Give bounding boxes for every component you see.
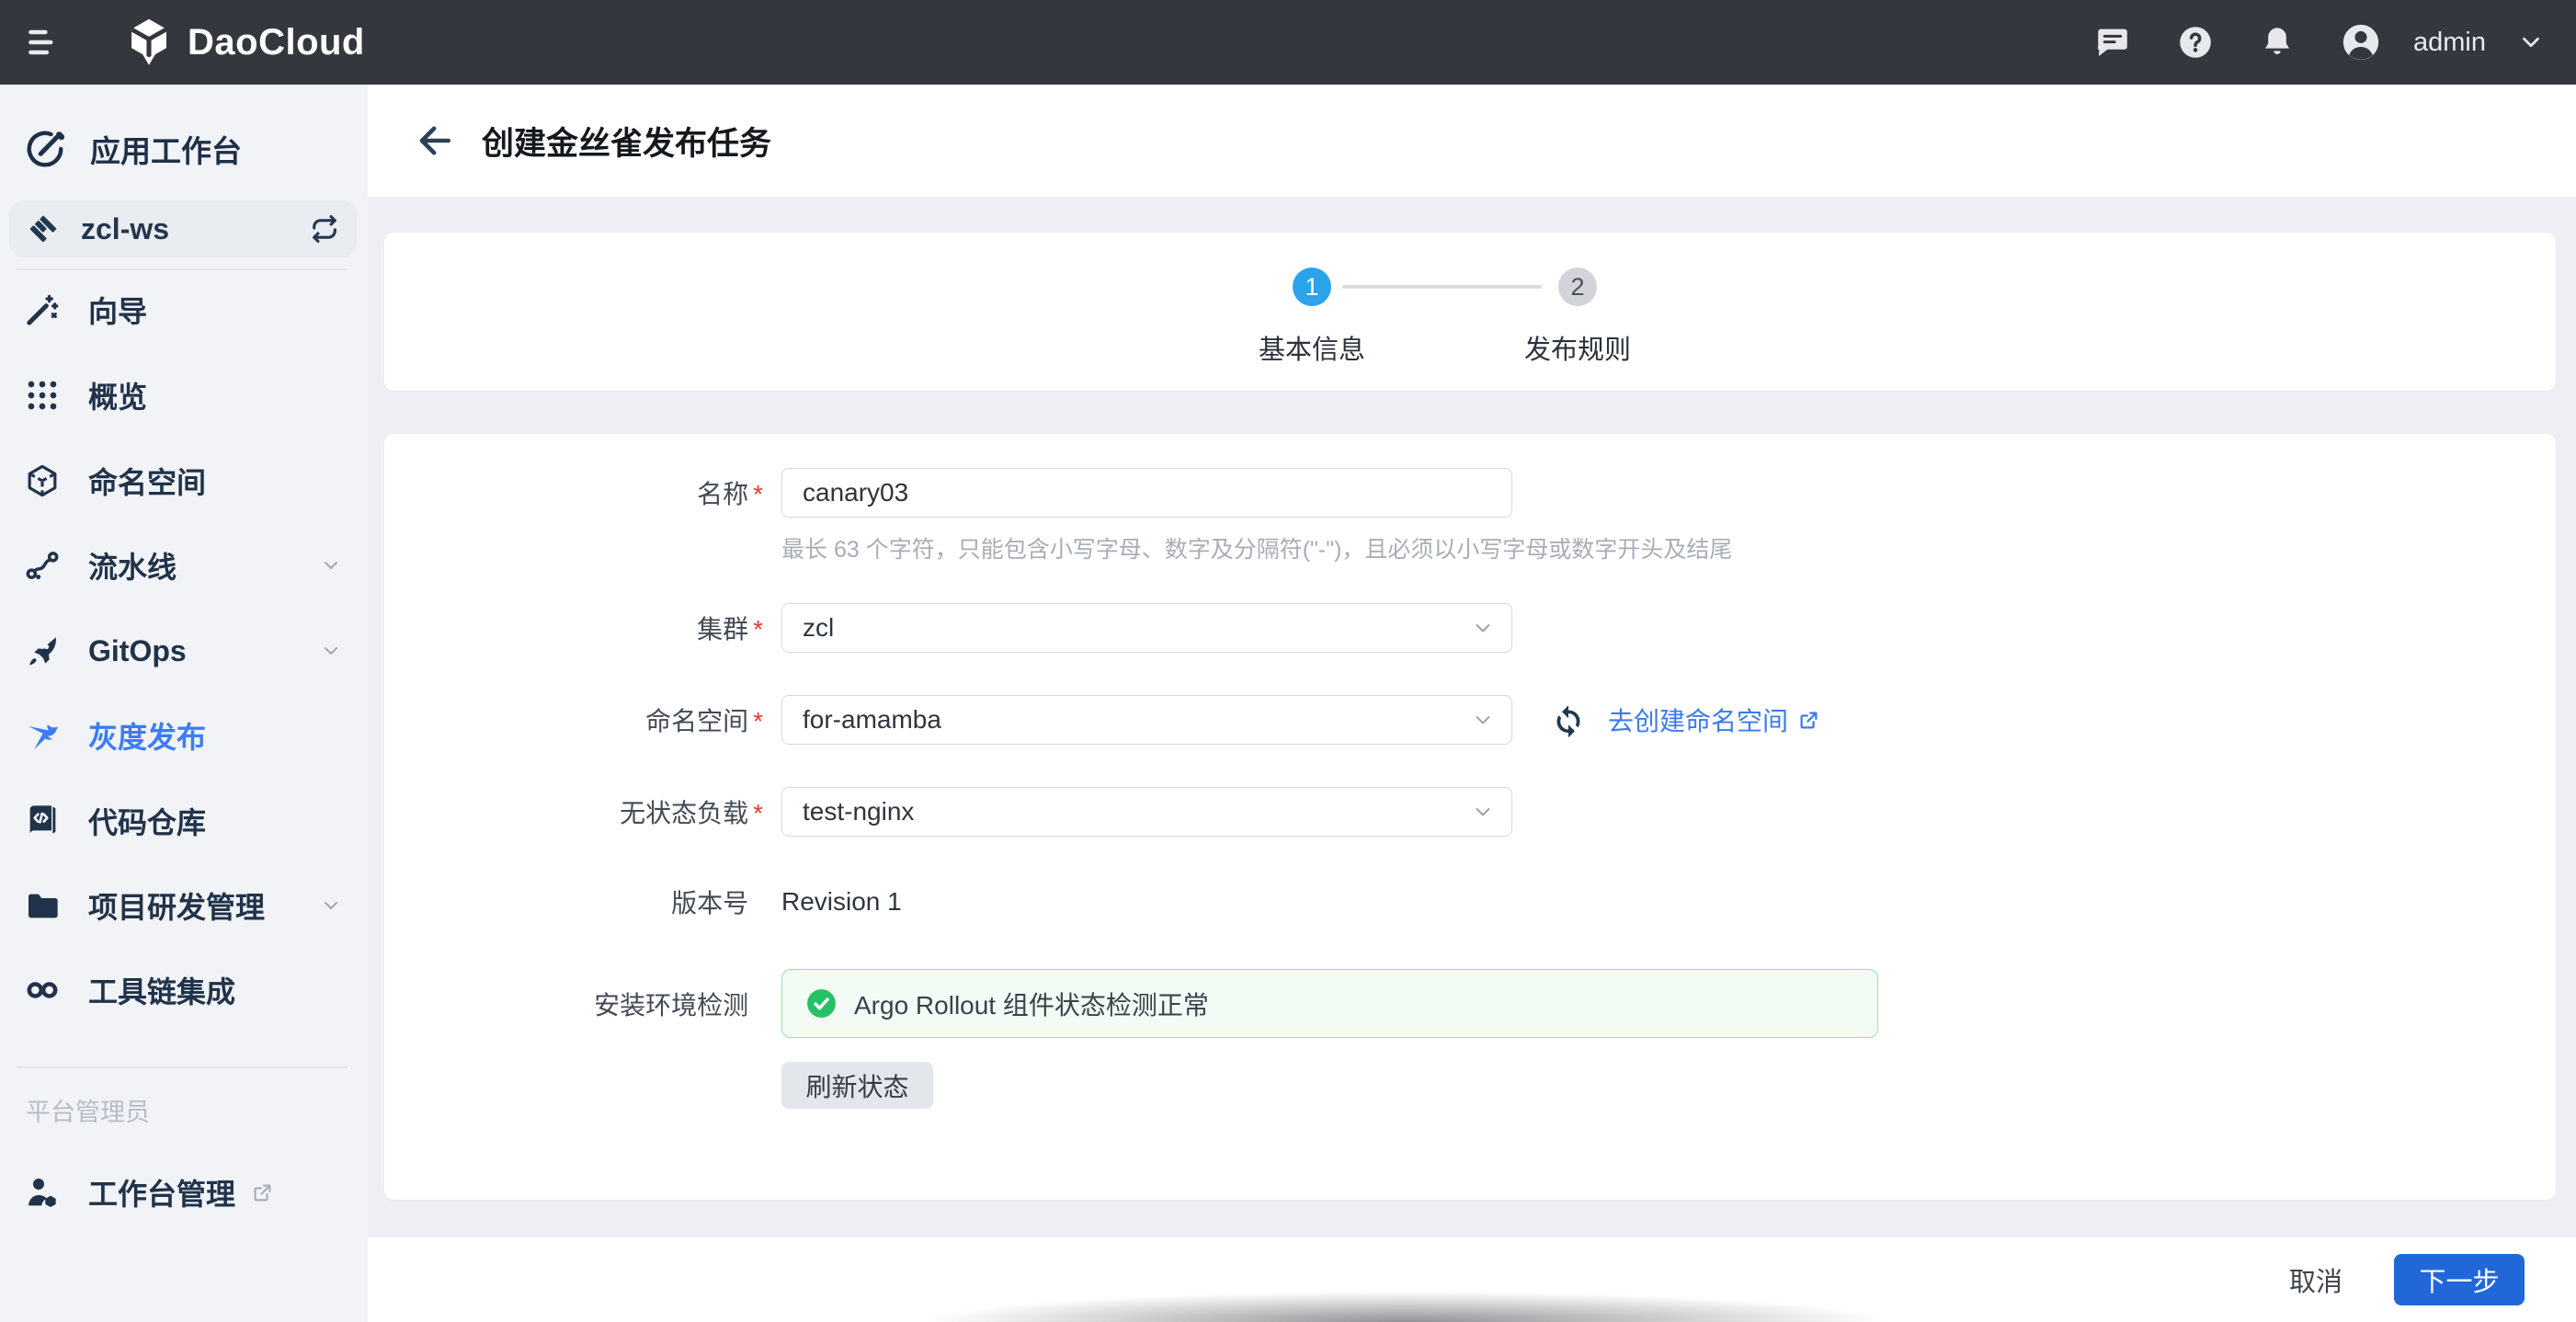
step-1-indicator: 1: [1293, 268, 1331, 306]
sidebar-divider: [17, 1066, 348, 1068]
page-title: 创建金丝雀发布任务: [482, 118, 771, 165]
workload-label: 无状态负载*: [384, 793, 781, 830]
cluster-select-value: zcl: [803, 613, 834, 643]
workload-select[interactable]: test-nginx: [781, 787, 1512, 837]
chevron-down-icon: [1471, 616, 1495, 640]
rocket-icon: [24, 633, 61, 669]
step-2-label: 发布规则: [1486, 328, 1670, 367]
person-cube-icon: [24, 1174, 61, 1211]
next-step-button[interactable]: 下一步: [2394, 1254, 2525, 1305]
workspace-selector[interactable]: zcl-ws: [9, 200, 357, 257]
user-menu-chevron-down-icon[interactable]: [2517, 28, 2545, 56]
chevron-down-icon[interactable]: [320, 554, 342, 576]
sidebar-item-pipeline[interactable]: 流水线: [0, 523, 368, 608]
grid-icon: [24, 377, 61, 414]
hamburger-menu-icon[interactable]: [24, 22, 64, 63]
sidebar-item-overview[interactable]: 概览: [0, 353, 368, 438]
cluster-select[interactable]: zcl: [781, 603, 1512, 653]
stepper-connector: [1342, 285, 1542, 289]
name-field-row: 名称*: [384, 468, 1512, 518]
step-1-label: 基本信息: [1220, 328, 1404, 367]
namespace-select[interactable]: for-amamba: [781, 695, 1512, 745]
pipeline-icon: [24, 547, 61, 584]
sidebar-item-canary-release[interactable]: 灰度发布: [0, 693, 368, 778]
env-check-status-text: Argo Rollout 组件状态检测正常: [854, 986, 1209, 1022]
page-header: 创建金丝雀发布任务: [368, 85, 2576, 197]
sidebar-item-workbench-admin[interactable]: 工作台管理: [0, 1150, 368, 1235]
switch-workspace-icon[interactable]: [309, 213, 340, 245]
cluster-field-row: 集群* zcl: [384, 603, 1512, 653]
check-circle-icon: [804, 986, 838, 1020]
help-icon[interactable]: [2176, 23, 2215, 62]
sidebar-item-project-mgmt[interactable]: 项目研发管理: [0, 863, 368, 948]
chevron-down-icon[interactable]: [320, 640, 342, 662]
workload-select-value: test-nginx: [803, 797, 914, 826]
namespace-label: 命名空间*: [384, 701, 781, 738]
chevron-down-icon: [1471, 708, 1495, 732]
product-name: 应用工作台: [90, 127, 242, 171]
code-repo-icon: [24, 803, 61, 839]
cluster-label: 集群*: [384, 610, 781, 646]
sidebar: 应用工作台 zcl-ws 向导 概览: [0, 85, 368, 1322]
brand-name: DaoCloud: [188, 22, 365, 63]
workspace-name: zcl-ws: [81, 212, 169, 246]
name-label: 名称*: [384, 474, 781, 511]
sidebar-section-label: 平台管理员: [26, 1092, 150, 1128]
back-arrow-icon[interactable]: [416, 120, 456, 161]
app-screen: DaoCloud admin 应用工作台: [0, 0, 2576, 1322]
external-link-icon: [250, 1180, 275, 1205]
env-check-label: 安装环境检测*: [384, 986, 781, 1022]
workspace-logo-icon: [26, 211, 61, 246]
username[interactable]: admin: [2413, 28, 2486, 58]
folder-icon: [24, 887, 61, 924]
revision-field-row: 版本号* Revision 1: [384, 877, 902, 927]
stepper-card: 1 2 基本信息 发布规则: [384, 233, 2556, 391]
create-namespace-link[interactable]: 去创建命名空间: [1608, 701, 1821, 738]
infinity-icon: [24, 972, 61, 1009]
user-avatar-icon[interactable]: [2340, 21, 2382, 63]
sidebar-item-toolchain[interactable]: 工具链集成: [0, 948, 368, 1032]
external-link-icon: [1796, 708, 1821, 733]
sidebar-item-namespace[interactable]: 命名空间: [0, 439, 368, 523]
name-input[interactable]: [781, 468, 1512, 518]
compose-circle-icon: [24, 128, 66, 170]
required-marker: *: [753, 615, 763, 644]
sidebar-item-wizard[interactable]: 向导: [0, 268, 368, 352]
notifications-bell-icon[interactable]: [2259, 24, 2296, 61]
sidebar-item-gitops[interactable]: GitOps: [0, 609, 368, 693]
sidebar-item-code-repo[interactable]: 代码仓库: [0, 779, 368, 863]
required-marker: *: [753, 799, 763, 827]
daocloud-logo-icon[interactable]: [123, 17, 175, 68]
required-marker: *: [753, 707, 763, 735]
workload-field-row: 无状态负载* test-nginx: [384, 787, 1512, 837]
env-check-row: 安装环境检测* Argo Rollout 组件状态检测正常: [384, 969, 1878, 1038]
revision-value: Revision 1: [781, 887, 902, 917]
cancel-button[interactable]: 取消: [2289, 1260, 2342, 1299]
name-hint: 最长 63 个字符，只能包含小写字母、数字及分隔符("-")，且必须以小写字母或…: [781, 531, 1732, 564]
topbar: DaoCloud admin: [0, 0, 2576, 85]
sidebar-product-header: 应用工作台: [24, 121, 242, 177]
basic-info-form-card: 名称* 最长 63 个字符，只能包含小写字母、数字及分隔符("-")，且必须以小…: [384, 434, 2556, 1200]
chevron-down-icon[interactable]: [320, 895, 342, 917]
revision-label: 版本号*: [384, 883, 781, 920]
refresh-status-button[interactable]: 刷新状态: [781, 1062, 933, 1109]
namespace-field-row: 命名空间* for-amamba 去创建命名空间: [384, 695, 1821, 745]
env-check-status-box: Argo Rollout 组件状态检测正常: [781, 969, 1878, 1038]
chevron-down-icon: [1471, 800, 1495, 824]
wand-icon: [24, 291, 61, 328]
cube-icon: [24, 462, 61, 499]
footer-actions: 取消 下一步: [368, 1237, 2576, 1322]
topbar-actions: admin: [2093, 0, 2545, 85]
step-2-indicator: 2: [1558, 268, 1597, 306]
namespace-select-value: for-amamba: [803, 705, 941, 735]
bird-icon: [24, 717, 61, 754]
feedback-chat-icon[interactable]: [2093, 23, 2132, 62]
refresh-namespaces-icon[interactable]: [1549, 701, 1588, 739]
required-marker: *: [753, 480, 763, 508]
